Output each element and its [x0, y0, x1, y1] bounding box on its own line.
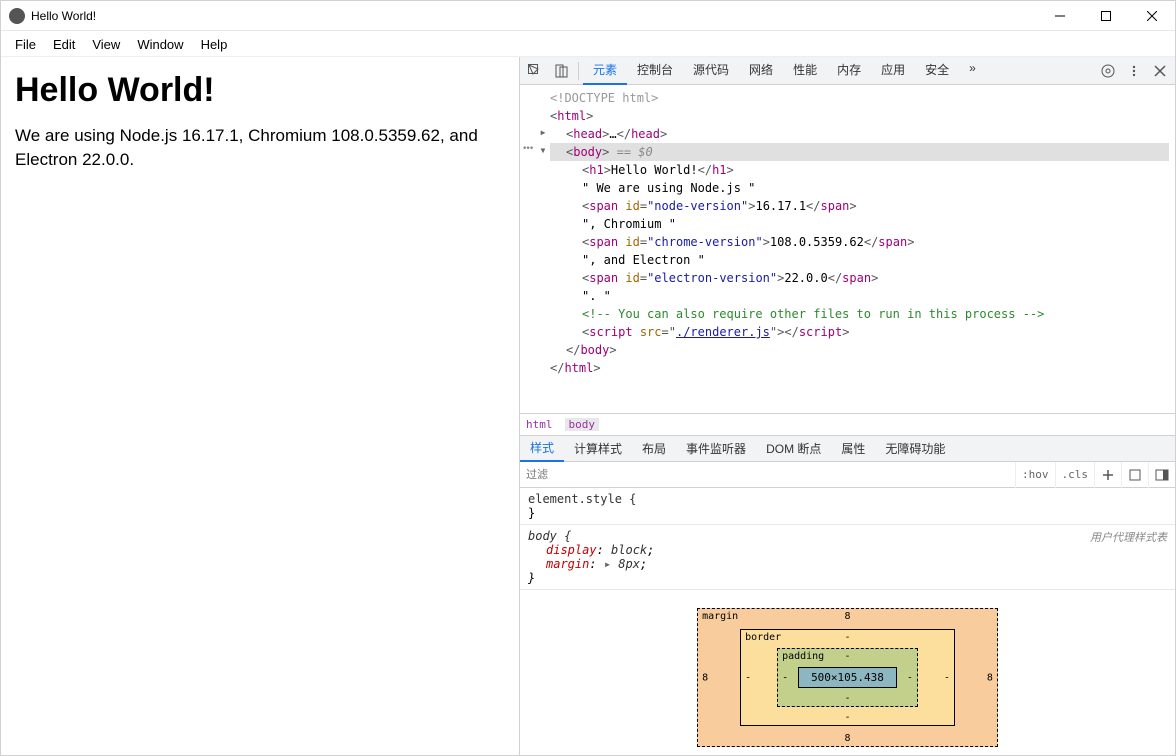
- computed-styles-icon[interactable]: [1121, 462, 1148, 488]
- tab-sources[interactable]: 源代码: [683, 56, 739, 85]
- page-paragraph: We are using Node.js 16.17.1, Chromium 1…: [15, 124, 505, 172]
- tab-more[interactable]: »: [959, 56, 986, 85]
- menubar: File Edit View Window Help: [1, 31, 1175, 57]
- kebab-menu-icon[interactable]: [1121, 58, 1147, 84]
- tab-security[interactable]: 安全: [915, 56, 959, 85]
- styles-filter-input[interactable]: [520, 465, 1015, 485]
- crumb-body[interactable]: body: [565, 418, 600, 431]
- box-model-diagram: margin 8 8 8 8 border - - - -: [520, 590, 1175, 755]
- tab-memory[interactable]: 内存: [827, 56, 871, 85]
- elements-tree[interactable]: <!DOCTYPE html> <html> ▸<head>…</head> •…: [520, 85, 1175, 413]
- tab-elements[interactable]: 元素: [583, 56, 627, 85]
- page-heading: Hello World!: [15, 71, 505, 110]
- cls-toggle[interactable]: .cls: [1055, 462, 1095, 488]
- close-devtools-icon[interactable]: [1147, 58, 1173, 84]
- window-title: Hello World!: [31, 9, 96, 23]
- menu-edit[interactable]: Edit: [45, 35, 83, 54]
- menu-help[interactable]: Help: [193, 35, 236, 54]
- new-style-rule-icon[interactable]: [1094, 462, 1121, 488]
- subtab-accessibility[interactable]: 无障碍功能: [875, 436, 955, 461]
- tab-performance[interactable]: 性能: [783, 56, 827, 85]
- menu-view[interactable]: View: [84, 35, 128, 54]
- tab-network[interactable]: 网络: [739, 56, 783, 85]
- app-icon: [9, 8, 25, 24]
- titlebar: Hello World!: [1, 1, 1175, 31]
- minimize-button[interactable]: [1037, 1, 1083, 31]
- device-toolbar-icon[interactable]: [548, 58, 574, 84]
- app-content: Hello World! We are using Node.js 16.17.…: [1, 57, 519, 755]
- maximize-button[interactable]: [1083, 1, 1129, 31]
- close-button[interactable]: [1129, 1, 1175, 31]
- dom-breadcrumb: html body: [520, 413, 1175, 435]
- crumb-html[interactable]: html: [526, 418, 553, 431]
- expand-arrow-icon[interactable]: ▸: [536, 125, 550, 139]
- devtools: 元素 控制台 源代码 网络 性能 内存 应用 安全 »: [519, 57, 1175, 755]
- dock-side-icon[interactable]: [1148, 462, 1175, 488]
- subtab-dom-breakpoints[interactable]: DOM 断点: [756, 436, 831, 461]
- tab-application[interactable]: 应用: [871, 56, 915, 85]
- collapse-arrow-icon[interactable]: ▾: [536, 143, 550, 157]
- styles-subtabs: 样式 计算样式 布局 事件监听器 DOM 断点 属性 无障碍功能: [520, 436, 1175, 462]
- tab-console[interactable]: 控制台: [627, 56, 683, 85]
- settings-icon[interactable]: [1095, 58, 1121, 84]
- box-model-content: 500×105.438: [798, 667, 897, 688]
- subtab-properties[interactable]: 属性: [831, 436, 875, 461]
- subtab-event-listeners[interactable]: 事件监听器: [676, 436, 756, 461]
- subtab-layout[interactable]: 布局: [632, 436, 676, 461]
- ua-stylesheet-label: 用户代理样式表: [1090, 529, 1167, 545]
- hov-toggle[interactable]: :hov: [1015, 462, 1055, 488]
- inspect-element-icon[interactable]: [522, 58, 548, 84]
- selected-dom-node[interactable]: •••▾<body> == $0: [550, 143, 1169, 161]
- menu-file[interactable]: File: [7, 35, 44, 54]
- menu-window[interactable]: Window: [129, 35, 191, 54]
- styles-pane[interactable]: element.style { } 用户代理样式表 body { display…: [520, 488, 1175, 755]
- subtab-styles[interactable]: 样式: [520, 435, 564, 462]
- subtab-computed[interactable]: 计算样式: [564, 436, 632, 461]
- devtools-toolbar: 元素 控制台 源代码 网络 性能 内存 应用 安全 »: [520, 57, 1175, 85]
